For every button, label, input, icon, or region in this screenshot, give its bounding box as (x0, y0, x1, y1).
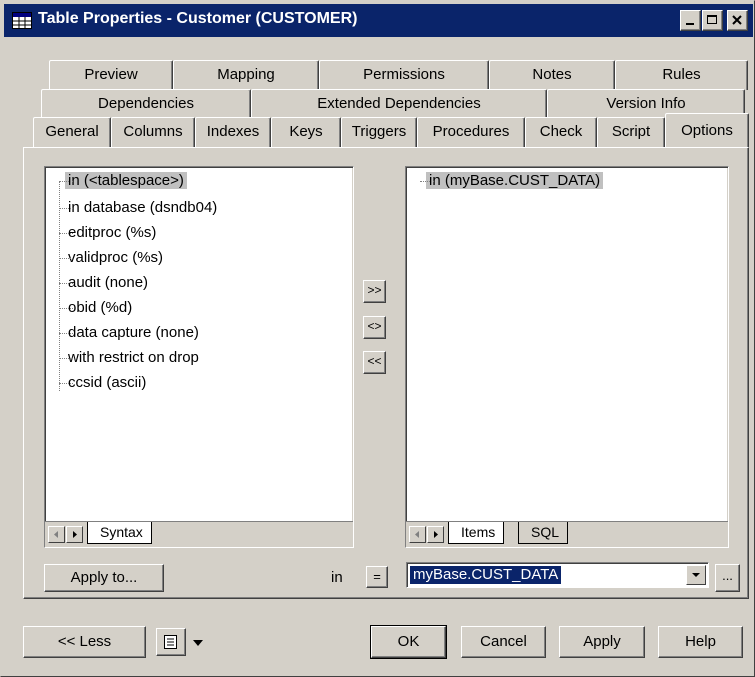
option-value-combobox[interactable]: myBase.CUST_DATA (406, 562, 709, 588)
tab-general[interactable]: General (33, 117, 111, 147)
help-button[interactable]: Help (658, 626, 743, 658)
tab-items[interactable]: Items (448, 522, 505, 544)
list-icon (164, 635, 177, 649)
table-properties-window: Table Properties - Customer (CUSTOMER) P… (0, 0, 755, 677)
syntax-item[interactable]: ccsid (ascii) (59, 372, 149, 394)
tab-rules[interactable]: Rules (615, 60, 748, 90)
tab-preview[interactable]: Preview (49, 60, 173, 90)
replace-item-button[interactable]: <> (363, 316, 386, 339)
tab-syntax[interactable]: Syntax (87, 522, 152, 544)
tab-script[interactable]: Script (597, 117, 665, 147)
items-tab-strip: Items SQL (406, 521, 728, 547)
tab-dependencies[interactable]: Dependencies (41, 89, 251, 119)
maximize-icon (707, 15, 717, 24)
tab-permissions[interactable]: Permissions (319, 60, 489, 90)
tab-row-1: Preview Mapping Permissions Notes Rules (1, 60, 755, 90)
arrow-left-icon (54, 531, 58, 538)
tab-keys[interactable]: Keys (271, 117, 341, 147)
tree-line (59, 181, 60, 391)
tab-columns[interactable]: Columns (111, 117, 195, 147)
window-title: Table Properties - Customer (CUSTOMER) (38, 10, 358, 27)
apply-button[interactable]: Apply (559, 626, 645, 658)
chevron-down-icon (692, 573, 700, 577)
option-name-label: in (331, 569, 343, 586)
arrow-right-icon (434, 531, 438, 538)
tab-mapping[interactable]: Mapping (173, 60, 319, 90)
tab-scroll-left-button[interactable] (48, 526, 65, 543)
add-item-button[interactable]: >> (363, 280, 386, 303)
chevron-down-icon[interactable] (192, 638, 204, 648)
less-button[interactable]: << Less (23, 626, 146, 658)
tab-scroll-left-button[interactable] (409, 526, 426, 543)
minimize-button[interactable] (680, 10, 701, 31)
tab-triggers[interactable]: Triggers (341, 117, 417, 147)
arrow-right-icon (73, 531, 77, 538)
title-bar[interactable]: Table Properties - Customer (CUSTOMER) (4, 4, 753, 37)
browse-button[interactable]: ... (715, 564, 740, 592)
maximize-button[interactable] (702, 10, 723, 31)
close-button[interactable] (727, 10, 748, 31)
list-menu-button[interactable] (156, 628, 186, 656)
syntax-item[interactable]: obid (%d) (59, 297, 135, 319)
tab-row-2: Dependencies Extended Dependencies Versi… (1, 89, 755, 119)
cancel-button[interactable]: Cancel (461, 626, 546, 658)
syntax-item[interactable]: in database (dsndb04) (59, 197, 220, 219)
syntax-item[interactable]: editproc (%s) (59, 222, 159, 244)
syntax-item[interactable]: data capture (none) (59, 322, 202, 344)
tab-row-3: General Columns Indexes Keys Triggers Pr… (1, 113, 755, 147)
tab-notes[interactable]: Notes (489, 60, 615, 90)
equals-operator-button[interactable]: = (366, 566, 388, 588)
syntax-item[interactable]: audit (none) (59, 272, 151, 294)
minimize-icon (686, 23, 694, 25)
syntax-item[interactable]: validproc (%s) (59, 247, 166, 269)
items-list[interactable]: in (myBase.CUST_DATA) Items SQL (405, 166, 729, 548)
syntax-tab-strip: Syntax (45, 521, 353, 547)
ok-button[interactable]: OK (370, 625, 447, 659)
dropdown-button[interactable] (686, 565, 706, 585)
table-icon (12, 12, 32, 29)
option-value-text[interactable]: myBase.CUST_DATA (410, 566, 562, 584)
arrow-left-icon (415, 531, 419, 538)
tab-indexes[interactable]: Indexes (195, 117, 271, 147)
remove-item-button[interactable]: << (363, 351, 386, 374)
tab-options[interactable]: Options (665, 113, 749, 147)
syntax-item[interactable]: in (<tablespace>) (59, 170, 187, 192)
tab-scroll-right-button[interactable] (66, 526, 83, 543)
option-item[interactable]: in (myBase.CUST_DATA) (420, 170, 604, 192)
syntax-list[interactable]: in (<tablespace>) in database (dsndb04) … (44, 166, 354, 548)
close-icon (732, 15, 742, 25)
tab-sql[interactable]: SQL (518, 522, 569, 544)
tab-procedures[interactable]: Procedures (417, 117, 525, 147)
apply-to-button[interactable]: Apply to... (44, 564, 164, 592)
syntax-item[interactable]: with restrict on drop (59, 347, 202, 369)
tab-scroll-right-button[interactable] (427, 526, 444, 543)
tab-extended-dependencies[interactable]: Extended Dependencies (251, 89, 547, 119)
tab-check[interactable]: Check (525, 117, 597, 147)
